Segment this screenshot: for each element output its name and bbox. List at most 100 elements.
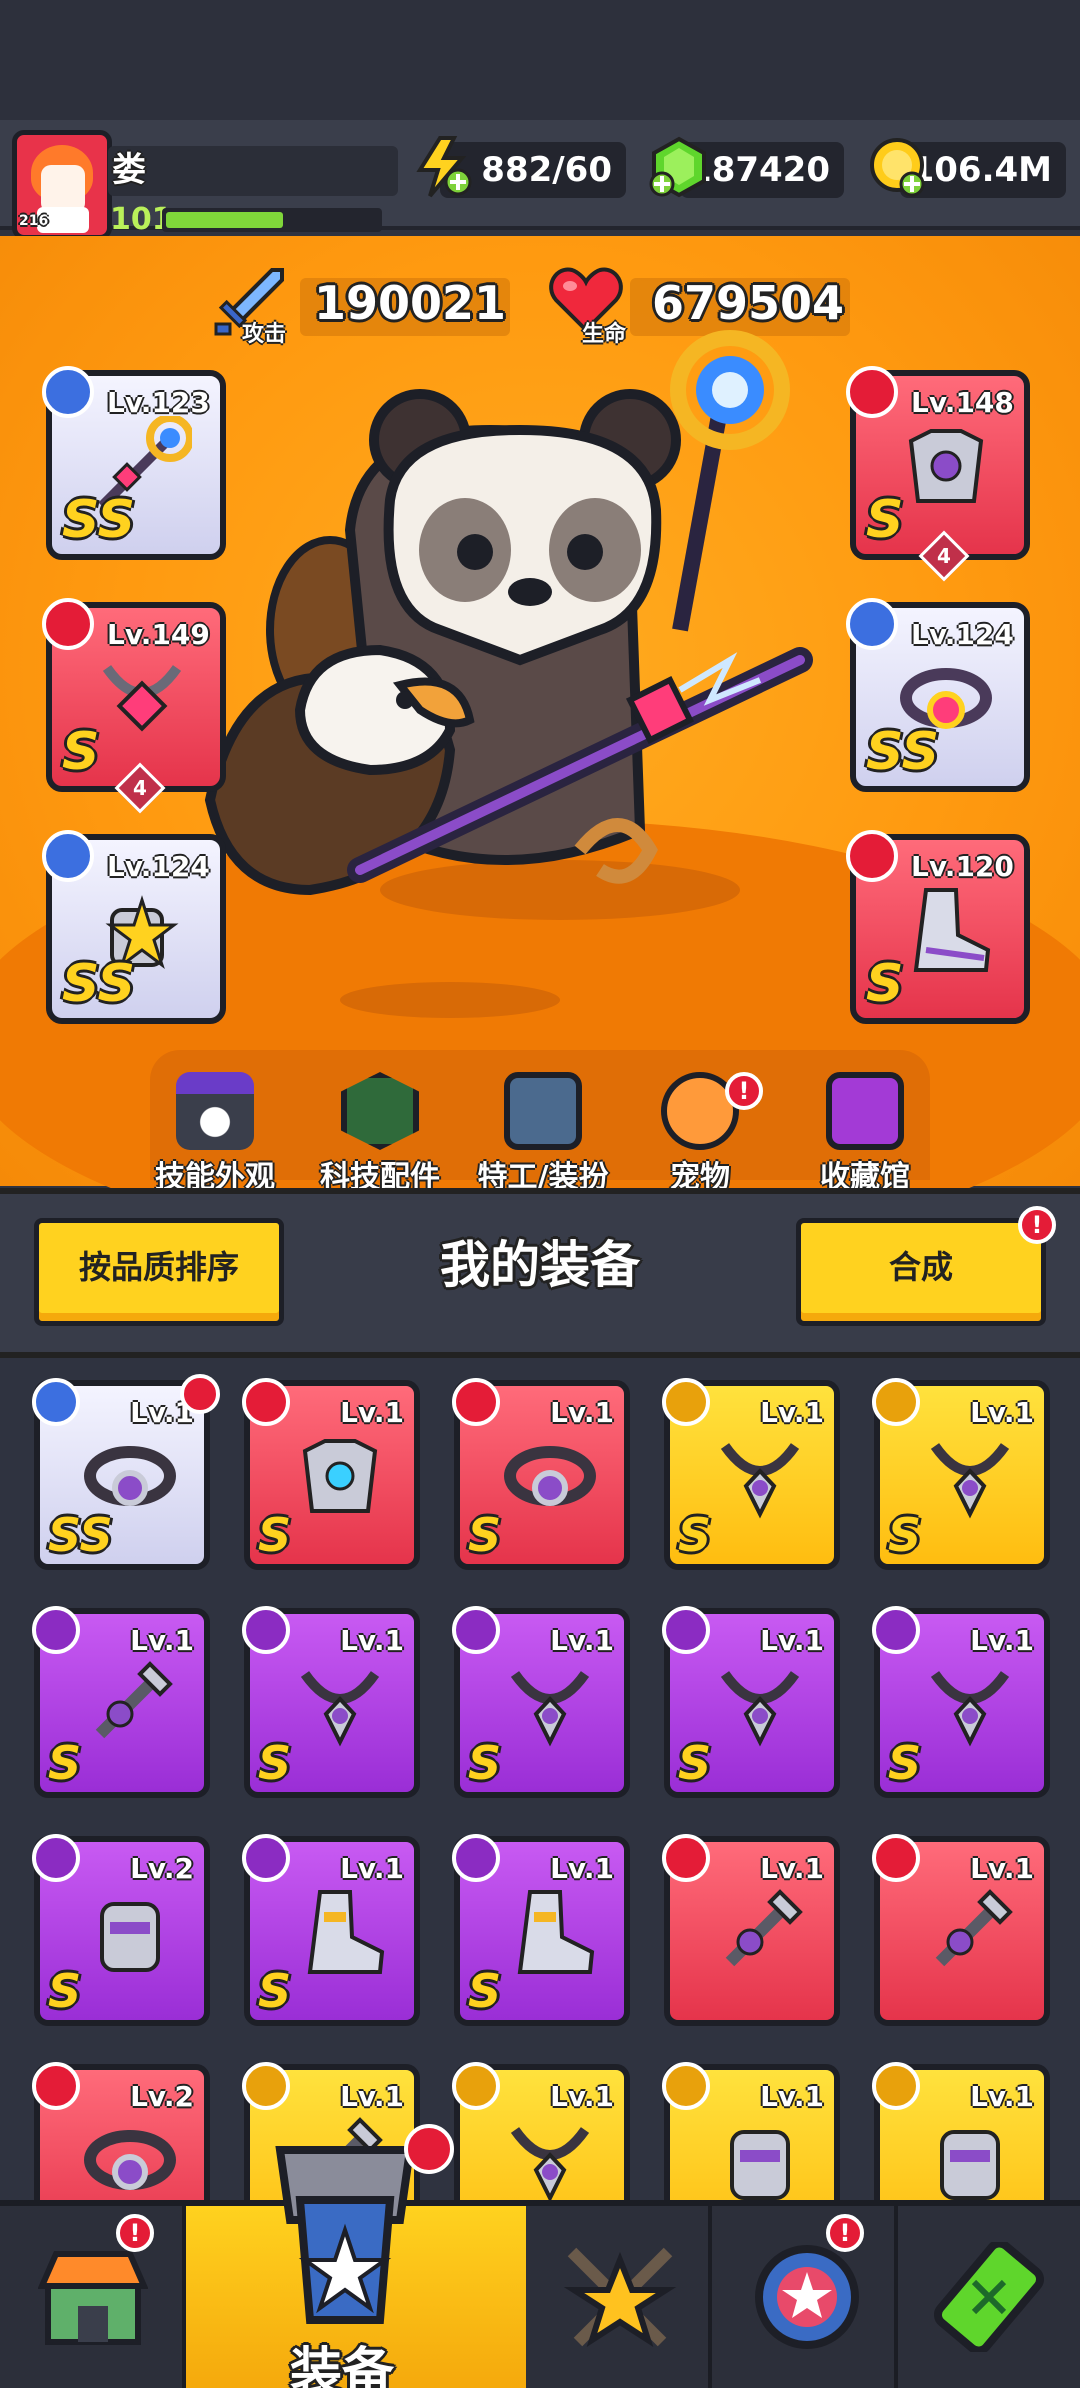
item-level: Lv.2: [130, 2080, 194, 2113]
gloves-type-icon: [42, 830, 94, 882]
equipment-panel-title: 我的装备: [440, 1236, 640, 1294]
armor-type-icon: [846, 366, 898, 418]
new-item-badge: [180, 1374, 220, 1414]
item-grade: S: [48, 1736, 82, 1790]
equip-slot-belt[interactable]: Lv.124 SS: [846, 598, 1030, 792]
shop-alert-badge: !: [116, 2214, 154, 2252]
menu-collection[interactable]: 收藏馆: [800, 1072, 930, 1196]
inventory-item[interactable]: Lv.2 S: [32, 1834, 210, 2026]
armor-icon: [302, 1439, 378, 1513]
boots-type-icon: [452, 1834, 500, 1882]
belt-icon: [84, 2130, 176, 2190]
necklace-icon: [930, 1671, 1010, 1747]
inventory-item[interactable]: Lv.1 S: [242, 1834, 420, 2026]
armor-type-icon: [242, 1378, 290, 1426]
gloves-icon: [730, 2130, 790, 2200]
item-level: Lv.1: [760, 2080, 824, 2113]
belt-type-icon: [32, 1378, 80, 1426]
collection-icon: [826, 1072, 904, 1150]
equip-slot-necklace[interactable]: Lv.149 S 4: [42, 598, 226, 814]
inventory-item[interactable]: Lv.1 S: [242, 1606, 420, 1798]
sort-by-quality-button[interactable]: 按品质排序: [34, 1218, 284, 1326]
inventory-item[interactable]: Lv.1 S: [452, 1378, 630, 1570]
item-grade: S: [258, 1736, 292, 1790]
slot-grade: S: [866, 954, 904, 1014]
battle-icon: [563, 2247, 677, 2347]
inventory-item[interactable]: Lv.1 S: [452, 1834, 630, 2026]
inventory-item[interactable]: Lv.1 SS: [32, 1378, 210, 1570]
menu-agent-outfit[interactable]: 特工/装扮: [468, 1072, 618, 1196]
slot-grade: S: [62, 722, 100, 782]
inventory-item[interactable]: Lv.1 S: [662, 1606, 840, 1798]
weapon-icon: [725, 1889, 803, 1967]
belt-type-icon: [846, 598, 898, 650]
necklace-type-icon: [452, 2062, 500, 2110]
gloves-icon: [100, 1902, 160, 1972]
belt-type-icon: [32, 2062, 80, 2110]
equip-slot-weapon[interactable]: Lv.123 SS: [42, 366, 226, 560]
player-name: 娄: [112, 150, 146, 190]
equip-slot-gloves[interactable]: Lv.124 SS: [42, 830, 226, 1024]
slot-grade: SS: [866, 722, 940, 782]
coin-value: 106.4M: [910, 150, 1052, 190]
boots-icon: [517, 1890, 595, 1974]
inventory-item[interactable]: Lv.1 S: [242, 1378, 420, 1570]
nav-label-equipment: 装备: [290, 2343, 395, 2388]
belt-icon: [504, 1446, 596, 1506]
necklace-icon: [102, 665, 182, 732]
necklace-type-icon: [42, 598, 94, 650]
nav-tab-battle[interactable]: [526, 2206, 712, 2388]
inventory-item[interactable]: Lv.1 S: [872, 1378, 1050, 1570]
talent-alert-badge: !: [826, 2214, 864, 2252]
merge-alert-badge: !: [1018, 1206, 1056, 1244]
merge-button[interactable]: 合成: [796, 1218, 1046, 1326]
necklace-type-icon: [872, 1378, 920, 1426]
necklace-type-icon: [662, 1378, 710, 1426]
item-grade: S: [468, 1964, 502, 2018]
inventory-item[interactable]: Lv.1 S: [452, 1606, 630, 1798]
item-level: Lv.1: [970, 1396, 1034, 1429]
item-grade: S: [258, 1508, 292, 1562]
inventory-item[interactable]: Lv.1 S: [32, 1606, 210, 1798]
inventory-item[interactable]: Lv.1 S: [872, 1606, 1050, 1798]
player-avatar[interactable]: 216: [12, 130, 112, 240]
item-grade: S: [888, 1508, 922, 1562]
item-grade: SS: [48, 1508, 113, 1562]
item-level: Lv.1: [550, 1396, 614, 1429]
item-level: Lv.1: [340, 1396, 404, 1429]
nav-tab-shop[interactable]: [0, 2206, 186, 2388]
nav-tab-talent[interactable]: [712, 2206, 898, 2388]
boots-type-icon: [242, 1834, 290, 1882]
necklace-icon: [720, 1443, 800, 1519]
energy-value: 882/60: [481, 150, 612, 190]
player-name-box: [108, 146, 398, 196]
inventory-item[interactable]: Lv.1: [662, 1834, 840, 2026]
item-grade: S: [678, 1508, 712, 1562]
necklace-icon: [510, 2127, 590, 2203]
nav-tab-evolution[interactable]: [898, 2206, 1080, 2388]
skill-skin-icon: [176, 1072, 254, 1150]
item-grade: S: [468, 1736, 502, 1790]
slot-grade: SS: [62, 490, 136, 550]
inventory-item[interactable]: Lv.1: [872, 1834, 1050, 2026]
status-bar-area: [0, 0, 1080, 120]
necklace-type-icon: [452, 1606, 500, 1654]
gloves-icon: [940, 2130, 1000, 2200]
item-grade: S: [468, 1508, 502, 1562]
equip-slot-boots[interactable]: Lv.120 S: [846, 830, 1030, 1024]
item-level: Lv.1: [760, 1852, 824, 1885]
menu-tech-parts[interactable]: 科技配件: [310, 1072, 450, 1196]
gloves-type-icon: [32, 1834, 80, 1882]
slot-level: Lv.149: [107, 618, 210, 651]
inventory-item[interactable]: Lv.1 S: [662, 1378, 840, 1570]
boots-icon: [913, 888, 991, 972]
item-level: Lv.1: [340, 1852, 404, 1885]
slot-level: Lv.124: [107, 850, 210, 883]
equip-slot-armor[interactable]: Lv.148 S 4: [846, 366, 1030, 582]
item-level: Lv.1: [550, 2080, 614, 2113]
menu-skill-skin[interactable]: 技能外观: [150, 1072, 280, 1196]
slot-level: Lv.120: [911, 850, 1014, 883]
item-level: Lv.1: [760, 1624, 824, 1657]
weapon-type-icon: [662, 1834, 710, 1882]
attack-value: 190021: [314, 276, 507, 330]
